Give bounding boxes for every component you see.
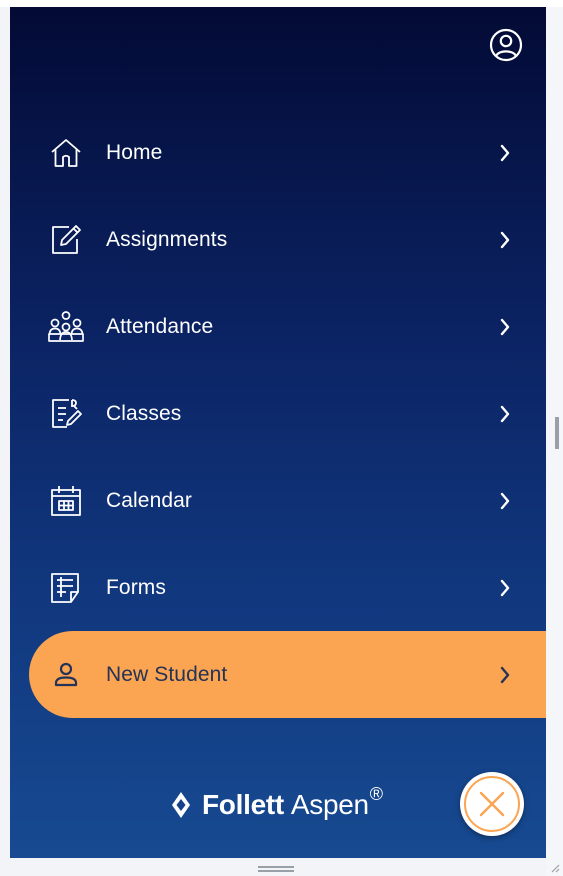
- classes-grade-icon: [48, 396, 84, 432]
- profile-button[interactable]: [488, 27, 524, 63]
- chevron-right-icon: [497, 491, 513, 511]
- assignment-edit-icon: [48, 222, 84, 258]
- resize-grip-icon[interactable]: [550, 863, 560, 873]
- user-circle-icon: [489, 28, 523, 62]
- chevron-right-icon: [497, 578, 513, 598]
- nav-menu: Home Assignments Attendance Classes Cale…: [10, 109, 546, 718]
- chevron-right-icon: [497, 404, 513, 424]
- nav-item-calendar[interactable]: Calendar: [10, 457, 546, 544]
- navigation-drawer: Home Assignments Attendance Classes Cale…: [10, 7, 546, 858]
- home-icon: [48, 135, 84, 171]
- nav-item-label: Attendance: [106, 314, 214, 338]
- nav-item-attendance[interactable]: Attendance: [10, 283, 546, 370]
- nav-item-home[interactable]: Home: [10, 109, 546, 196]
- attendance-people-icon: [48, 309, 84, 345]
- chevron-right-icon: [497, 317, 513, 337]
- chevron-right-icon: [497, 143, 513, 163]
- close-button-ring: [464, 776, 520, 832]
- horizontal-resize-handle[interactable]: [258, 866, 294, 872]
- vertical-resize-handle[interactable]: [555, 417, 559, 449]
- nav-item-label: Home: [106, 140, 163, 164]
- nav-item-new-student[interactable]: New Student: [10, 631, 546, 718]
- nav-item-label: Classes: [106, 401, 182, 425]
- nav-item-forms[interactable]: Forms: [10, 544, 546, 631]
- brand-name-follett: Follett: [202, 789, 284, 820]
- person-icon: [48, 657, 84, 693]
- close-icon: [479, 791, 505, 817]
- chevron-right-icon: [497, 230, 513, 250]
- nav-item-label: New Student: [106, 662, 228, 686]
- nav-item-label: Assignments: [106, 227, 228, 251]
- window-top-edge: [0, 0, 563, 7]
- chevron-right-icon: [497, 665, 513, 685]
- nav-item-assignments[interactable]: Assignments: [10, 196, 546, 283]
- calendar-icon: [48, 483, 84, 519]
- nav-item-label: Calendar: [106, 488, 193, 512]
- forms-icon: [48, 570, 84, 606]
- nav-item-label: Forms: [106, 575, 166, 599]
- registered-mark: ®: [369, 783, 384, 804]
- brand-name-aspen: Aspen: [290, 789, 369, 820]
- nav-item-classes[interactable]: Classes: [10, 370, 546, 457]
- close-menu-button[interactable]: [460, 772, 524, 836]
- follett-logo-icon: [172, 792, 190, 818]
- follett-aspen-logo: Follett Aspen ®: [170, 783, 384, 825]
